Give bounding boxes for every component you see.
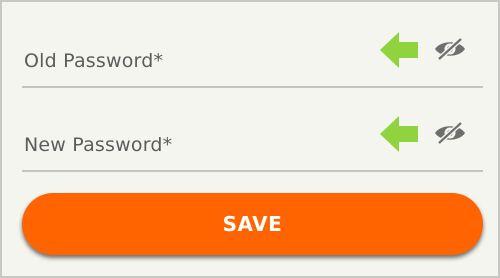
old-password-label: Old Password* <box>24 50 164 72</box>
new-password-field[interactable]: New Password* <box>22 116 483 172</box>
eye-slash-icon[interactable] <box>433 37 467 61</box>
save-button[interactable]: SAVE <box>22 193 483 255</box>
eye-slash-icon[interactable] <box>433 121 467 145</box>
save-button-label: SAVE <box>222 212 283 236</box>
password-change-form: Old Password* New Password* SAVE <box>0 0 500 278</box>
left-arrow-icon <box>380 116 418 152</box>
new-password-label: New Password* <box>24 134 173 156</box>
old-password-field[interactable]: Old Password* <box>22 32 483 88</box>
left-arrow-icon <box>380 32 418 68</box>
